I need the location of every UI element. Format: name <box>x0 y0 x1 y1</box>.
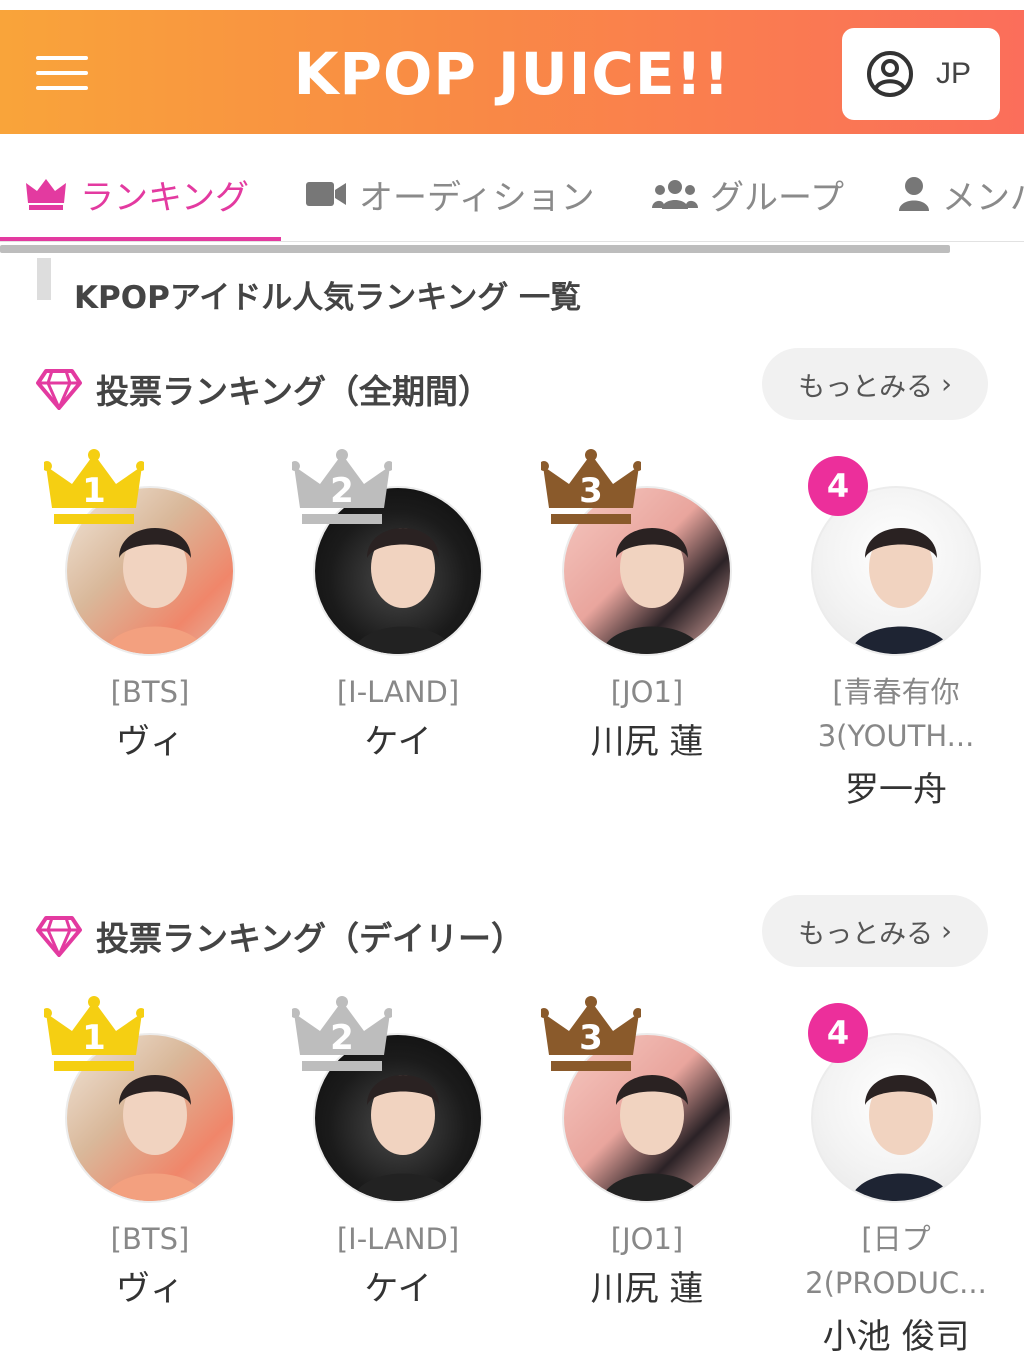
group-label: [I-LAND] <box>336 1222 460 1256</box>
ranking-card[interactable]: 3 [JO1] 川尻 蓮 <box>527 448 767 808</box>
rank-number: 2 <box>330 471 354 511</box>
group-label: [BTS] <box>110 1222 190 1256</box>
group-label-line2: 2(PRODUC... <box>805 1266 987 1300</box>
rank-crown-icon: 3 <box>541 449 641 524</box>
group-label: [青春有你 <box>832 675 960 709</box>
user-circle-icon <box>867 51 913 97</box>
tab-label: メンバ <box>942 177 1024 218</box>
user-icon <box>899 177 929 211</box>
tab-ranking[interactable]: ランキング <box>24 174 249 218</box>
rank-number: 1 <box>82 471 106 511</box>
ranking-card[interactable]: 2 [I-LAND] ケイ <box>278 448 518 808</box>
crown-icon <box>26 179 66 210</box>
tab-audition[interactable]: オーディション <box>305 174 595 218</box>
member-name: ヴィ <box>116 722 184 762</box>
member-name: 川尻 蓮 <box>590 722 704 762</box>
section-title: 投票ランキング（デイリー） <box>96 919 525 958</box>
page-title: KPOPアイドル人気ランキング 一覧 <box>74 280 582 316</box>
category-tabs: ランキング オーディション グループ メンバ <box>0 134 1024 242</box>
rank-crown-icon: 2 <box>292 449 392 524</box>
member-name: ケイ <box>364 722 432 762</box>
chevron-right-icon: › <box>941 368 952 400</box>
rank-badge: 4 <box>808 1003 868 1063</box>
member-name: 罗一舟 <box>845 770 947 810</box>
rank-number: 3 <box>579 1018 603 1058</box>
rank-crown-icon: 3 <box>541 996 641 1071</box>
section-title: 投票ランキング（全期間） <box>96 372 492 411</box>
more-label: もっとみる <box>798 371 934 403</box>
member-name: ヴィ <box>116 1269 184 1309</box>
rank-crown-icon: 1 <box>44 996 144 1071</box>
app-header: KPOP JUICE!! JP <box>0 10 1024 134</box>
rank-crown-icon: 2 <box>292 996 392 1071</box>
active-tab-indicator <box>0 237 281 241</box>
section-header-all-time: 投票ランキング（全期間） <box>36 364 491 414</box>
member-name: 川尻 蓮 <box>590 1269 704 1309</box>
title-accent-bar <box>37 258 51 300</box>
account-language-button[interactable]: JP <box>842 28 1000 120</box>
section-header-daily: 投票ランキング（デイリー） <box>36 911 524 961</box>
diamond-icon <box>36 369 82 410</box>
rank-crown-icon: 1 <box>44 449 144 524</box>
diamond-icon <box>36 916 82 957</box>
group-label-line2: 3(YOUTH... <box>817 719 975 753</box>
ranking-card[interactable]: 1 [BTS] ヴィ <box>30 995 270 1354</box>
chevron-right-icon: › <box>941 915 952 947</box>
tab-label: グループ <box>710 177 844 218</box>
group-label: [JO1] <box>610 1222 684 1256</box>
ranking-card[interactable]: 4 [青春有你 3(YOUTH... 罗一舟 <box>776 448 1016 810</box>
group-label: [I-LAND] <box>336 675 460 709</box>
more-button-all-time[interactable]: もっとみる › <box>762 348 988 420</box>
users-icon <box>652 180 698 209</box>
ranking-card[interactable]: 2 [I-LAND] ケイ <box>278 995 518 1354</box>
group-label: [BTS] <box>110 675 190 709</box>
more-button-daily[interactable]: もっとみる › <box>762 895 988 967</box>
tab-label: ランキング <box>80 177 249 218</box>
group-label: [JO1] <box>610 675 684 709</box>
ranking-card[interactable]: 1 [BTS] ヴィ <box>30 448 270 808</box>
rank-number: 3 <box>579 471 603 511</box>
member-name: 小池 俊司 <box>822 1317 970 1354</box>
language-label: JP <box>936 57 972 90</box>
video-camera-icon <box>306 182 346 206</box>
rank-badge: 4 <box>808 456 868 516</box>
rank-number: 2 <box>330 1018 354 1058</box>
tab-label: オーディション <box>359 177 595 218</box>
more-label: もっとみる <box>798 918 934 950</box>
tab-group[interactable]: グループ <box>652 174 844 218</box>
rank-number: 1 <box>82 1018 106 1058</box>
group-label: [日プ <box>861 1222 931 1256</box>
member-name: ケイ <box>364 1269 432 1309</box>
ranking-card[interactable]: 3 [JO1] 川尻 蓮 <box>527 995 767 1354</box>
tab-member[interactable]: メンバ <box>898 174 1024 218</box>
ranking-card[interactable]: 4 [日プ 2(PRODUC... 小池 俊司 <box>776 995 1016 1354</box>
tab-scrollbar[interactable] <box>0 245 950 253</box>
